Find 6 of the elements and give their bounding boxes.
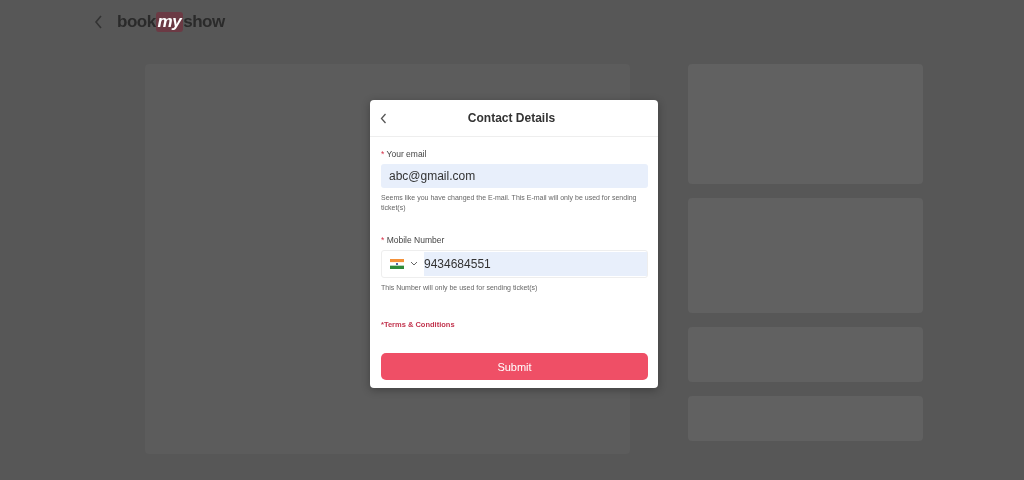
dialog-title: Contact Details	[466, 111, 557, 125]
field-label: * Your email	[381, 149, 428, 159]
back-icon[interactable]	[380, 112, 387, 124]
email-field[interactable]: abc@gmail.com	[381, 164, 648, 188]
field-label: * Mobile Number	[381, 234, 446, 245]
submit-button[interactable]: Submit	[381, 353, 648, 381]
